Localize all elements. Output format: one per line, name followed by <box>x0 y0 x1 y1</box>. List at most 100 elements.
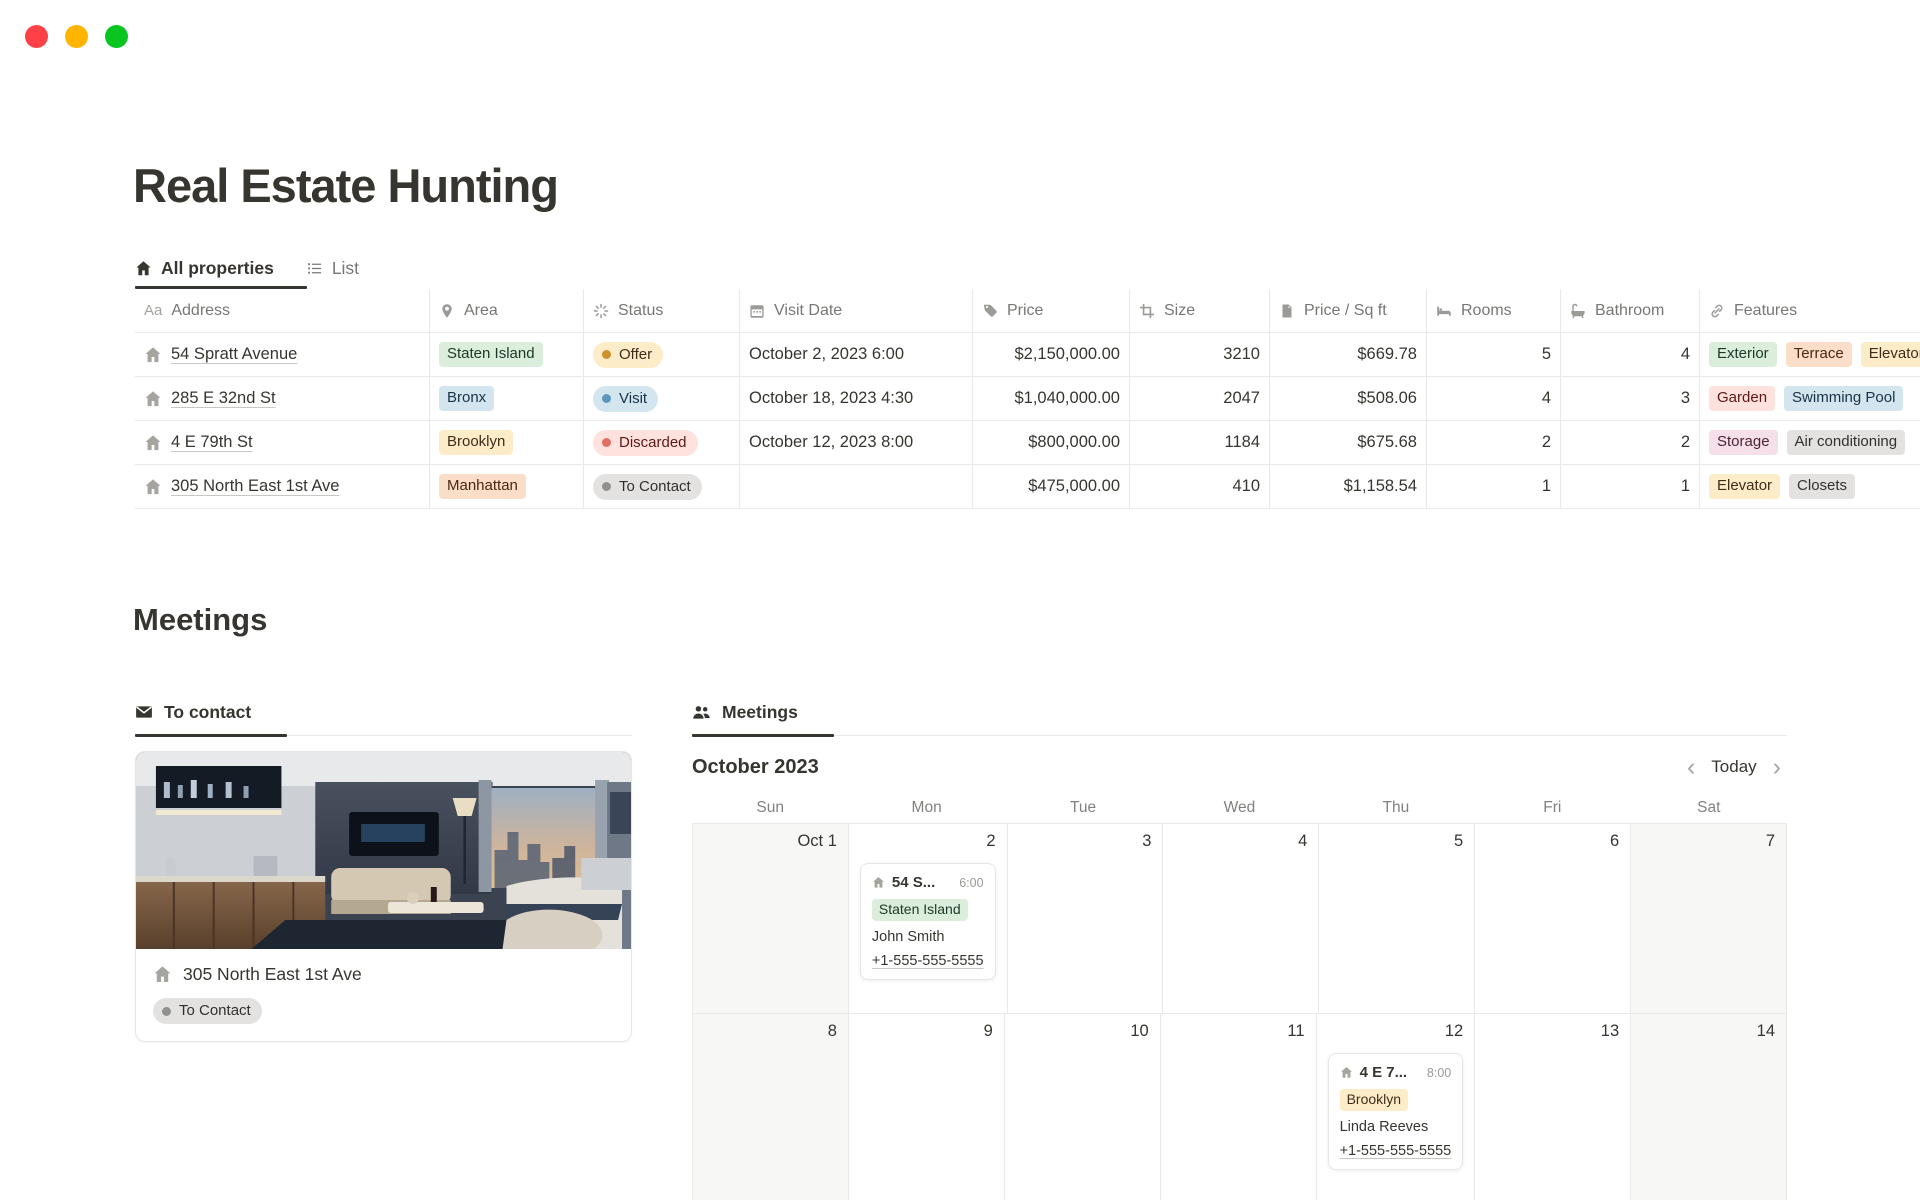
cell-address[interactable]: 54 Spratt Avenue <box>135 333 430 377</box>
tab-to-contact[interactable]: To contact <box>135 690 632 734</box>
calendar-day-cell[interactable]: 8 <box>692 1014 848 1200</box>
tab-all-properties[interactable]: All properties <box>135 258 274 279</box>
property-card[interactable]: 305 North East 1st Ave To Contact <box>135 751 632 1042</box>
home-icon <box>135 260 152 277</box>
column-header-rooms[interactable]: Rooms <box>1427 289 1561 333</box>
calendar-day-cell[interactable]: 4 <box>1162 824 1318 1013</box>
calendar-day-cell[interactable]: 12 4 E 7... 8:00 Brooklyn Linda Reeves +… <box>1316 1014 1475 1200</box>
table-header-row: Aa Address Area Status Visit Date Price <box>135 289 1920 333</box>
area-badge: Manhattan <box>439 474 526 499</box>
event-phone[interactable]: +1-555-555-5555 <box>872 953 984 969</box>
calendar-day-cell[interactable]: Oct 1 <box>692 824 848 1013</box>
cell-status[interactable]: Discarded <box>584 421 740 465</box>
tab-meetings[interactable]: Meetings <box>692 690 1787 734</box>
calendar-day-cell[interactable]: 9 <box>848 1014 1004 1200</box>
calendar-event-card[interactable]: 54 S... 6:00 Staten Island John Smith +1… <box>860 863 996 980</box>
zoom-button[interactable] <box>105 25 128 48</box>
minimize-button[interactable] <box>65 25 88 48</box>
calendar-day-cell[interactable]: 3 <box>1007 824 1163 1013</box>
cell-rooms[interactable]: 1 <box>1427 465 1561 509</box>
meetings-calendar-section: Meetings October 2023 ‹ Today › Sun Mon … <box>692 690 1787 1200</box>
cell-bathroom[interactable]: 2 <box>1561 421 1700 465</box>
cell-size[interactable]: 3210 <box>1130 333 1270 377</box>
column-header-size[interactable]: Size <box>1130 289 1270 333</box>
status-dot <box>602 394 611 403</box>
status-badge: Discarded <box>593 430 698 456</box>
cell-address[interactable]: 4 E 79th St <box>135 421 430 465</box>
calendar-day-cell[interactable]: 10 <box>1004 1014 1160 1200</box>
calendar-day-cell[interactable]: 13 <box>1474 1014 1630 1200</box>
close-button[interactable] <box>25 25 48 48</box>
house-icon <box>144 390 162 408</box>
cell-address[interactable]: 285 E 32nd St <box>135 377 430 421</box>
column-header-price[interactable]: Price <box>973 289 1130 333</box>
house-icon <box>872 876 885 889</box>
cell-area[interactable]: Brooklyn <box>430 421 584 465</box>
calendar-day-cell[interactable]: 6 <box>1474 824 1630 1013</box>
cell-rooms[interactable]: 5 <box>1427 333 1561 377</box>
bed-icon <box>1436 303 1452 319</box>
calendar-day-cell[interactable]: 14 <box>1630 1014 1787 1200</box>
column-header-bathroom[interactable]: Bathroom <box>1561 289 1700 333</box>
cell-bathroom[interactable]: 4 <box>1561 333 1700 377</box>
cell-visit-date[interactable] <box>740 465 973 509</box>
cell-status[interactable]: Visit <box>584 377 740 421</box>
cell-size[interactable]: 1184 <box>1130 421 1270 465</box>
cell-status[interactable]: Offer <box>584 333 740 377</box>
tab-list[interactable]: List <box>306 258 359 279</box>
column-header-features[interactable]: Features <box>1700 289 1920 333</box>
cell-features[interactable]: Elevator Closets <box>1700 465 1920 509</box>
cell-price-sqft[interactable]: $508.06 <box>1270 377 1427 421</box>
prev-month-button[interactable]: ‹ <box>1687 755 1695 780</box>
cell-features[interactable]: Exterior Terrace Elevator <box>1700 333 1920 377</box>
cell-bathroom[interactable]: 1 <box>1561 465 1700 509</box>
cell-price[interactable]: $2,150,000.00 <box>973 333 1130 377</box>
cell-area[interactable]: Staten Island <box>430 333 584 377</box>
cell-price-sqft[interactable]: $669.78 <box>1270 333 1427 377</box>
column-header-price-sqft[interactable]: Price / Sq ft <box>1270 289 1427 333</box>
feature-badge: Air conditioning <box>1787 430 1906 455</box>
properties-view-tabs: All properties List <box>135 250 359 286</box>
column-header-status[interactable]: Status <box>584 289 740 333</box>
calendar-day-cell[interactable]: 11 <box>1160 1014 1316 1200</box>
next-month-button[interactable]: › <box>1773 755 1781 780</box>
cell-visit-date[interactable]: October 18, 2023 4:30 <box>740 377 973 421</box>
cell-features[interactable]: Storage Air conditioning <box>1700 421 1920 465</box>
cell-visit-date[interactable]: October 2, 2023 6:00 <box>740 333 973 377</box>
cell-rooms[interactable]: 2 <box>1427 421 1561 465</box>
file-icon <box>1279 303 1295 319</box>
calendar-day-cell[interactable]: 5 <box>1318 824 1474 1013</box>
cell-price[interactable]: $1,040,000.00 <box>973 377 1130 421</box>
cell-visit-date[interactable]: October 12, 2023 8:00 <box>740 421 973 465</box>
cell-address[interactable]: 305 North East 1st Ave <box>135 465 430 509</box>
cell-size[interactable]: 410 <box>1130 465 1270 509</box>
cell-price[interactable]: $475,000.00 <box>973 465 1130 509</box>
cell-price-sqft[interactable]: $1,158.54 <box>1270 465 1427 509</box>
event-phone[interactable]: +1-555-555-5555 <box>1340 1143 1452 1159</box>
cell-features[interactable]: Garden Swimming Pool <box>1700 377 1920 421</box>
cell-status[interactable]: To Contact <box>584 465 740 509</box>
cell-rooms[interactable]: 4 <box>1427 377 1561 421</box>
cell-area[interactable]: Bronx <box>430 377 584 421</box>
status-badge: Offer <box>593 342 663 368</box>
weekday-label: Fri <box>1474 793 1630 823</box>
event-contact-name: Linda Reeves <box>1340 1119 1452 1135</box>
cell-size[interactable]: 2047 <box>1130 377 1270 421</box>
calendar-day-cell[interactable]: 2 54 S... 6:00 Staten Island John Smith … <box>848 824 1007 1013</box>
cell-area[interactable]: Manhattan <box>430 465 584 509</box>
today-button[interactable]: Today <box>1711 757 1756 777</box>
cell-price[interactable]: $800,000.00 <box>973 421 1130 465</box>
column-header-area[interactable]: Area <box>430 289 584 333</box>
house-icon <box>1340 1066 1353 1079</box>
weekday-label: Wed <box>1161 793 1317 823</box>
window-controls <box>25 25 128 48</box>
property-card-address[interactable]: 305 North East 1st Ave <box>153 964 614 985</box>
column-header-address[interactable]: Aa Address <box>135 289 430 333</box>
calendar-day-cell[interactable]: 7 <box>1630 824 1787 1013</box>
calendar-event-card[interactable]: 4 E 7... 8:00 Brooklyn Linda Reeves +1-5… <box>1328 1053 1464 1170</box>
weekday-label: Thu <box>1318 793 1474 823</box>
column-header-visit-date[interactable]: Visit Date <box>740 289 973 333</box>
cell-bathroom[interactable]: 3 <box>1561 377 1700 421</box>
cell-price-sqft[interactable]: $675.68 <box>1270 421 1427 465</box>
calendar-month-label: October 2023 <box>692 756 819 779</box>
